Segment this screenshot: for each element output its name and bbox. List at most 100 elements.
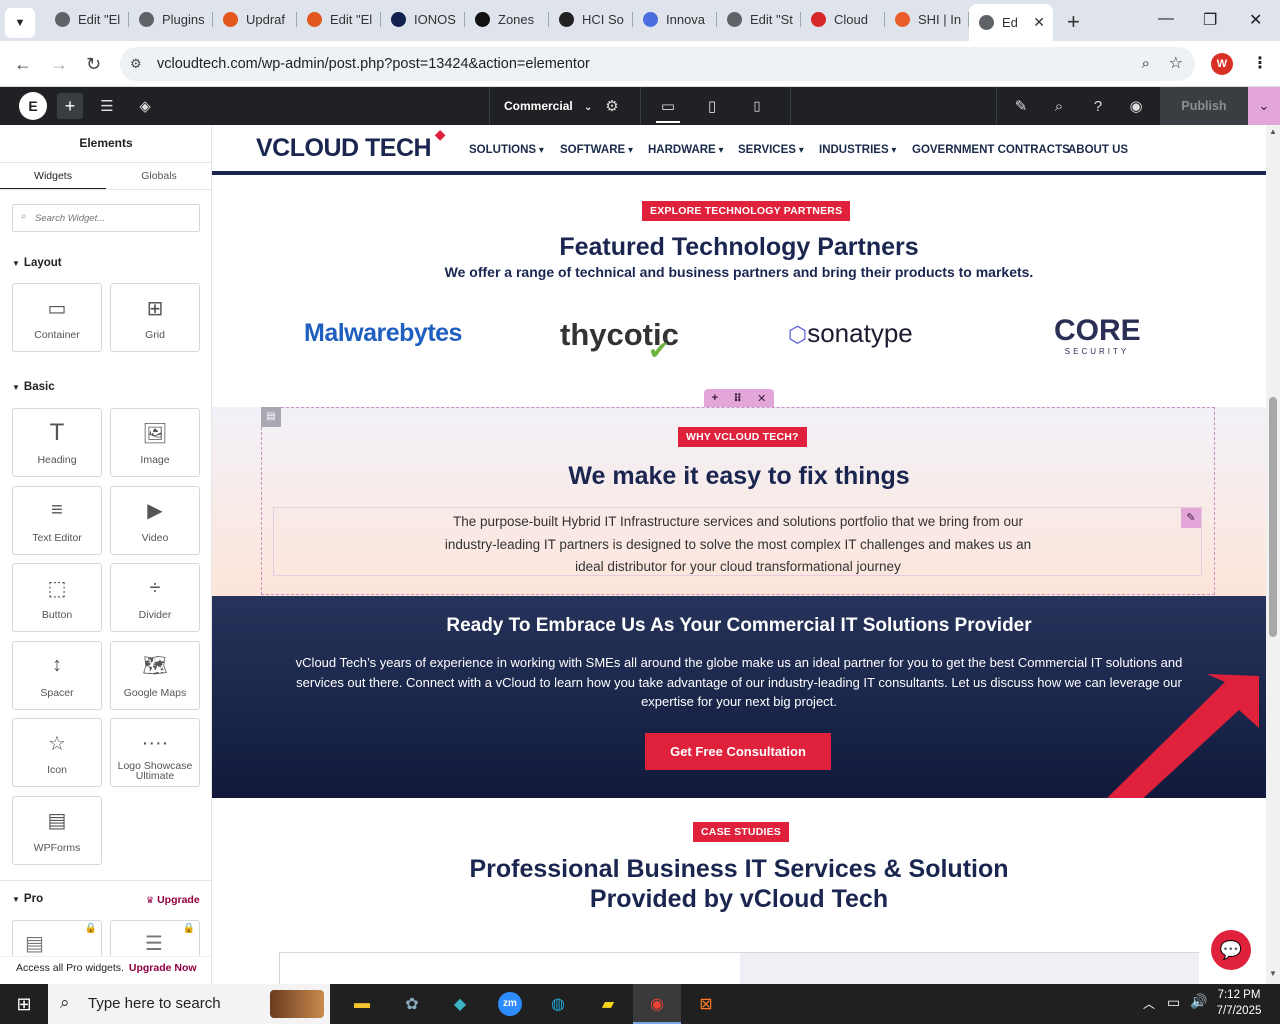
add-element-button[interactable]: + [57,93,83,119]
why-section[interactable]: ▤ WHY VCLOUD TECH? We make it easy to fi… [212,407,1266,596]
back-icon[interactable]: ← [14,54,32,75]
network-icon[interactable]: ▭ [1167,994,1180,1011]
widget-tile[interactable]: ▭ Container [12,283,102,352]
forward-icon[interactable]: → [50,54,68,75]
widget-tile[interactable]: ≡ Text Editor [12,485,102,555]
taskbar-clock[interactable]: 7:12 PM 7/7/2025 [1214,987,1264,1019]
text-editor-widget[interactable]: The purpose-built Hybrid IT Infrastructu… [273,507,1202,576]
site-info-icon[interactable]: ⚙ [130,47,142,81]
taskbar-search-box[interactable]: ⌕ Type here to search [48,984,330,1024]
browser-tab[interactable]: IONOS [381,4,465,34]
scrollbar-thumb[interactable] [1269,397,1277,637]
page-settings-gear-icon[interactable]: ⚙ [602,87,622,125]
pro-footer-text: Access all Pro widgets. [16,962,124,974]
category-layout[interactable]: ▼ Layout [12,257,62,269]
app-icon-generic[interactable]: ✿ [396,990,428,1018]
site-nav-item[interactable]: GOVERNMENT CONTRACTS [912,144,1070,156]
widget-tile[interactable]: 🗺 Google Maps [110,640,200,710]
close-window-icon[interactable]: ✕ [1249,10,1262,30]
browser-tab[interactable]: HCI So [549,4,633,34]
site-logo[interactable]: VCLOUD TECH ◆ [256,126,446,163]
browser-tab[interactable]: Zones [465,4,549,34]
site-nav-item[interactable]: SOFTWARE ▾ [560,144,633,156]
site-nav-item[interactable]: HARDWARE ▾ [648,144,724,156]
browser-tab[interactable]: Innova [633,4,717,34]
reload-icon[interactable]: ↻ [86,54,101,75]
form-icon: ▤ [47,810,67,832]
chrome-browser-icon[interactable]: ◉ [641,990,673,1018]
file-explorer-icon[interactable]: ▬ [346,990,378,1018]
new-tab-button[interactable]: + [1067,9,1080,35]
browser-tab[interactable]: Edit "El [45,4,129,34]
tray-chevron-up-icon[interactable]: ︿ [1143,995,1155,1012]
edit-widget-pencil-icon[interactable]: ✎ [1181,508,1201,528]
address-bar[interactable]: ⚙ vcloudtech.com/wp-admin/post.php?post=… [120,47,1195,81]
container-handle-icon[interactable]: ▤ [261,407,281,427]
tab-search-button[interactable]: ▼ [5,7,35,38]
structure-layers-icon[interactable]: ◈ [134,87,156,125]
page-template-selector[interactable]: Commercial ⌄ [504,87,592,125]
category-basic[interactable]: ▼ Basic [12,381,55,393]
notes-pin-icon[interactable]: ✎ [1011,87,1031,125]
widget-tile[interactable]: ⬚ Button [12,563,102,632]
elementor-logo-button[interactable]: E [19,92,47,120]
sticky-notes-icon[interactable]: ▰ [592,990,624,1018]
site-settings-icon[interactable]: ☰ [96,87,118,125]
widget-tile[interactable]: ↕ Spacer [12,640,102,710]
add-container-plus-icon[interactable]: + [712,392,718,404]
site-nav-item[interactable]: SOLUTIONS ▾ [469,144,544,156]
widget-tile[interactable]: ⊞ Grid [110,283,200,352]
tablet-view-icon[interactable]: ▯ [702,87,722,125]
volume-icon[interactable]: 🔊 [1190,993,1207,1010]
mobile-view-icon[interactable]: ▯ [748,87,766,125]
browser-menu-icon[interactable]: ⋮ [1252,53,1268,73]
browser-tab[interactable]: Edit "St [717,4,801,34]
widget-tile[interactable]: ▶ Video [110,485,200,555]
bookmark-star-icon[interactable]: ☆ [1169,47,1183,81]
widget-tile[interactable]: ÷ Divider [110,563,200,632]
desktop-view-icon[interactable]: ▭ [656,87,680,125]
zoom-app-icon[interactable]: zm [494,990,526,1018]
chat-widget-button[interactable]: 💬 [1211,930,1251,970]
widget-tile[interactable]: ▤ WPForms [12,795,102,865]
browser-tab[interactable]: SHI | In [885,4,969,34]
site-nav-item[interactable]: ABOUT US [1068,144,1128,156]
restore-icon[interactable]: ❐ [1203,10,1217,30]
publish-button[interactable]: Publish [1160,87,1248,125]
canvas-scrollbar[interactable]: ▲ ▼ [1266,125,1280,984]
minimize-icon[interactable]: — [1158,10,1174,28]
finder-search-icon[interactable]: ⌕ [1049,87,1069,125]
tab-globals[interactable]: Globals [106,170,211,182]
upgrade-now-link[interactable]: Upgrade Now [129,962,197,974]
edge-browser-icon[interactable]: ◍ [542,990,574,1018]
widget-tile[interactable]: 🖼 Image [110,408,200,477]
help-icon[interactable]: ? [1088,87,1108,125]
publish-options-button[interactable]: ⌄ [1248,87,1280,125]
delete-container-close-icon[interactable]: ✕ [757,392,766,405]
app-icon-diamond[interactable]: ◆ [444,990,476,1018]
preview-eye-icon[interactable]: ◉ [1126,87,1146,125]
browser-tab[interactable]: Edit "El [297,4,381,34]
zoom-icon[interactable]: ⌕ [1142,47,1150,81]
close-tab-icon[interactable]: ✕ [1033,14,1045,31]
site-nav-item[interactable]: INDUSTRIES ▾ [819,144,896,156]
site-nav-item[interactable]: SERVICES ▾ [738,144,804,156]
widget-tile[interactable]: ···· Logo Showcase Ultimate [110,718,200,787]
profile-avatar[interactable]: W [1211,53,1233,75]
scroll-down-icon[interactable]: ▼ [1269,969,1277,978]
browser-tab[interactable]: Updraf [213,4,297,34]
browser-tab[interactable]: Plugins [129,4,213,34]
upgrade-link[interactable]: ♛ Upgrade [146,894,200,906]
get-free-consultation-button[interactable]: Get Free Consultation [645,733,831,770]
widget-tile[interactable]: ☆ Icon [12,718,102,787]
browser-tab[interactable]: Cloud [801,4,885,34]
xampp-icon[interactable]: ⊠ [690,990,722,1018]
widget-search-input[interactable] [35,209,195,227]
tab-active[interactable]: Ed ✕ [969,4,1053,41]
tab-widgets[interactable]: Widgets [0,170,106,182]
drag-handle-icon[interactable]: ⠿ [733,392,742,405]
widget-tile[interactable]: T Heading [12,408,102,477]
windows-start-icon[interactable]: ⊞ [8,990,40,1018]
category-pro[interactable]: ▼ Pro [12,893,43,905]
scroll-up-icon[interactable]: ▲ [1269,127,1277,136]
